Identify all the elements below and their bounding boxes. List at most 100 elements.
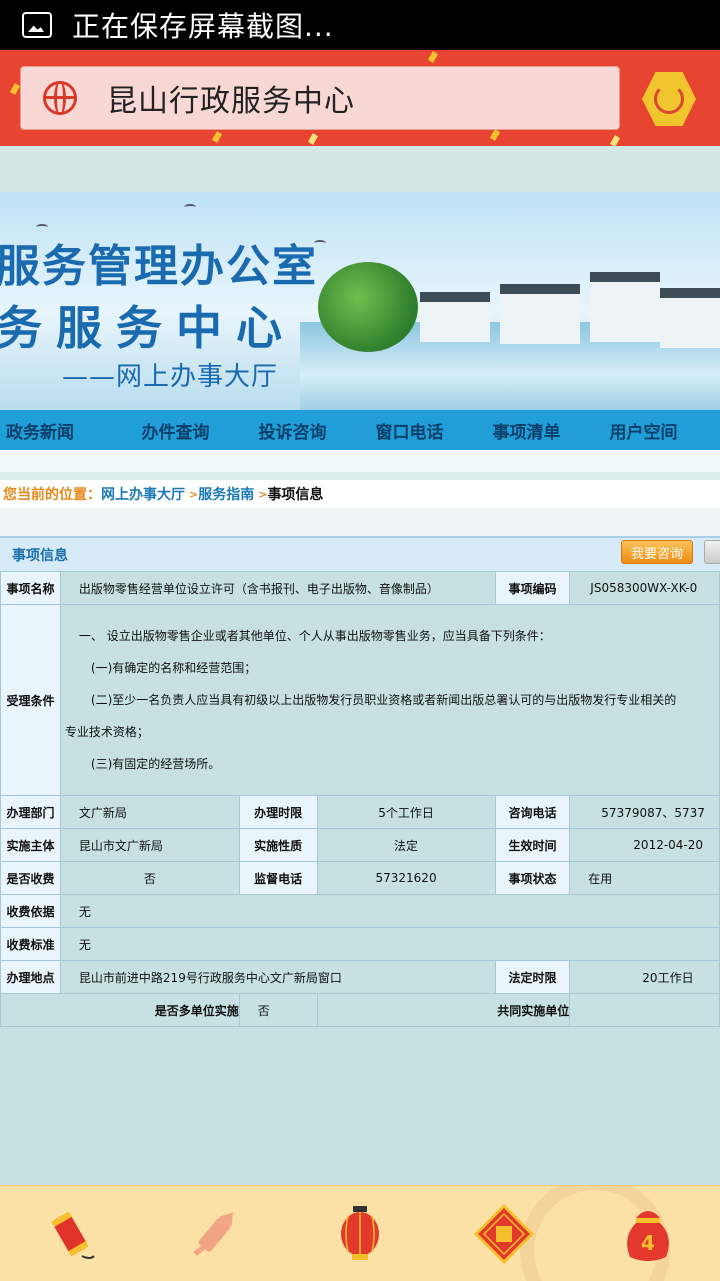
conditions-label: 受理条件 xyxy=(0,604,61,796)
lucky-bag-icon[interactable]: 4 xyxy=(618,1204,678,1264)
breadcrumb-link-guide[interactable]: 服务指南 xyxy=(198,484,254,504)
confetti-decoration xyxy=(609,135,621,146)
breadcrumb-prefix: 您当前的位置： xyxy=(3,487,101,503)
standard-label: 收费标准 xyxy=(0,927,61,961)
confetti-decoration xyxy=(427,51,439,63)
item-code-label: 事项编码 xyxy=(494,571,571,605)
house-decoration xyxy=(660,288,720,348)
effective-value: 2012-04-20 xyxy=(569,828,720,862)
bottom-toolbar: 4 xyxy=(0,1185,720,1281)
nav-item-item-list[interactable]: 事项清单 xyxy=(468,410,585,450)
confetti-decoration xyxy=(9,83,21,95)
banner-line-3: ——网上办事大厅 xyxy=(62,362,279,392)
condition-line: (二)至少一名负责人应当具有初级以上出版物发行员职业资格或者新闻出版总署认可的与… xyxy=(90,693,677,707)
item-name-value: 出版物零售经营单位设立许可（含书报刊、电子出版物、音像制品） xyxy=(59,571,496,605)
item-code-value: JS058300WX-XK-0 xyxy=(569,571,720,605)
joint-value xyxy=(569,993,720,1027)
joint-label: 共同实施单位 xyxy=(316,993,571,1027)
breadcrumb: 您当前的位置： 网上办事大厅 > 服务指南 > 事项信息 xyxy=(0,480,720,508)
standard-value: 无 xyxy=(59,927,720,961)
table-row: 收费标准 无 xyxy=(0,927,720,961)
spacer xyxy=(0,146,720,192)
subject-value: 昆山市文广新局 xyxy=(59,828,240,862)
fu-diamond-icon[interactable] xyxy=(474,1204,534,1264)
condition-line: (三)有固定的经营场所。 xyxy=(90,757,221,771)
table-row: 收费依据 无 xyxy=(0,894,720,928)
consult-button[interactable]: 我要咨询 xyxy=(621,540,693,564)
page-title: 昆山行政服务中心 xyxy=(107,84,355,119)
breadcrumb-link-hall[interactable]: 网上办事大厅 xyxy=(101,484,185,504)
spacer xyxy=(0,472,720,480)
table-row: 是否收费 否 监督电话 57321620 事项状态 在用 xyxy=(0,861,720,895)
house-decoration xyxy=(590,272,660,342)
banner-line-1: 服务管理办公室 xyxy=(0,241,318,292)
effective-label: 生效时间 xyxy=(494,828,571,862)
nav-item-news[interactable]: 政务新闻 xyxy=(0,410,117,450)
status-bar: 正在保存屏幕截图... xyxy=(0,0,720,50)
nav-item-window-phone[interactable]: 窗口电话 xyxy=(351,410,468,450)
lantern-icon[interactable] xyxy=(330,1204,390,1264)
phone-value: 57379087、5737 xyxy=(569,795,720,829)
nav-item-case-query[interactable]: 办件查询 xyxy=(117,410,234,450)
item-info-table: 事项名称 出版物零售经营单位设立许可（含书报刊、电子出版物、音像制品） 事项编码… xyxy=(0,571,720,1027)
table-row: 是否多单位实施 否 共同实施单位 xyxy=(0,993,720,1027)
confetti-decoration xyxy=(307,133,319,145)
globe-icon xyxy=(43,81,77,115)
basis-label: 收费依据 xyxy=(0,894,61,928)
basis-value: 无 xyxy=(59,894,720,928)
confetti-decoration xyxy=(489,129,501,141)
house-decoration xyxy=(500,284,580,344)
state-value: 在用 xyxy=(569,861,720,895)
charge-label: 是否收费 xyxy=(0,861,61,895)
table-row: 办理部门 文广新局 办理时限 5个工作日 咨询电话 57379087、5737 xyxy=(0,795,720,829)
multi-value: 否 xyxy=(238,993,318,1027)
secondary-button[interactable] xyxy=(704,540,720,564)
multi-label: 是否多单位实施 xyxy=(0,993,240,1027)
subject-label: 实施主体 xyxy=(0,828,61,862)
nature-label: 实施性质 xyxy=(238,828,318,862)
table-row: 实施主体 昆山市文广新局 实施性质 法定 生效时间 2012-04-20 xyxy=(0,828,720,862)
confetti-decoration xyxy=(211,131,223,143)
supervise-value: 57321620 xyxy=(316,861,496,895)
bird-decoration xyxy=(184,204,196,210)
condition-line: 一、 设立出版物零售企业或者其他单位、个人从事出版物零售业务，应当具备下列条件： xyxy=(78,629,551,643)
legal-label: 法定时限 xyxy=(494,960,571,994)
time-limit-value: 5个工作日 xyxy=(316,795,496,829)
table-row: 事项名称 出版物零售经营单位设立许可（含书报刊、电子出版物、音像制品） 事项编码… xyxy=(0,571,720,605)
tree-decoration xyxy=(318,262,418,352)
house-decoration xyxy=(420,292,490,342)
rocket-firework-icon[interactable] xyxy=(185,1204,245,1264)
refresh-icon xyxy=(654,84,684,114)
breadcrumb-separator: > xyxy=(189,487,199,501)
phone-label: 咨询电话 xyxy=(494,795,571,829)
place-label: 办理地点 xyxy=(0,960,61,994)
condition-line: 专业技术资格； xyxy=(64,725,149,739)
dept-value: 文广新局 xyxy=(59,795,240,829)
banner-line-2: 务服务中心 xyxy=(0,301,296,355)
section-header: 事项信息 我要咨询 xyxy=(0,536,720,571)
nav-item-user-space[interactable]: 用户空间 xyxy=(585,410,702,450)
title-bar[interactable]: 昆山行政服务中心 xyxy=(20,66,620,130)
charge-value: 否 xyxy=(59,861,240,895)
section-title: 事项信息 xyxy=(12,548,68,564)
nature-value: 法定 xyxy=(316,828,496,862)
time-limit-label: 办理时限 xyxy=(238,795,318,829)
refresh-button[interactable] xyxy=(642,72,696,126)
legal-value: 20工作日 xyxy=(569,960,720,994)
dept-label: 办理部门 xyxy=(0,795,61,829)
breadcrumb-current: 事项信息 xyxy=(267,487,324,503)
table-row: 受理条件 一、 设立出版物零售企业或者其他单位、个人从事出版物零售业务，应当具备… xyxy=(0,604,720,796)
place-value: 昆山市前进中路219号行政服务中心文广新局窗口 xyxy=(59,960,496,994)
condition-line: (一)有确定的名称和经营范围； xyxy=(90,661,257,675)
screenshot-icon xyxy=(22,12,52,38)
lucky-bag-badge: 4 xyxy=(641,1231,655,1255)
status-text: 正在保存屏幕截图... xyxy=(72,10,334,43)
supervise-label: 监督电话 xyxy=(238,861,318,895)
firecracker-icon[interactable] xyxy=(40,1204,100,1264)
main-nav: 政务新闻 办件查询 投诉咨询 窗口电话 事项清单 用户空间 xyxy=(0,410,720,450)
banner-image: 服务管理办公室 务服务中心 ——网上办事大厅 xyxy=(0,192,720,410)
nav-item-complaint[interactable]: 投诉咨询 xyxy=(234,410,351,450)
item-name-label: 事项名称 xyxy=(0,571,61,605)
table-row: 办理地点 昆山市前进中路219号行政服务中心文广新局窗口 法定时限 20工作日 xyxy=(0,960,720,994)
breadcrumb-separator: > xyxy=(258,487,268,501)
